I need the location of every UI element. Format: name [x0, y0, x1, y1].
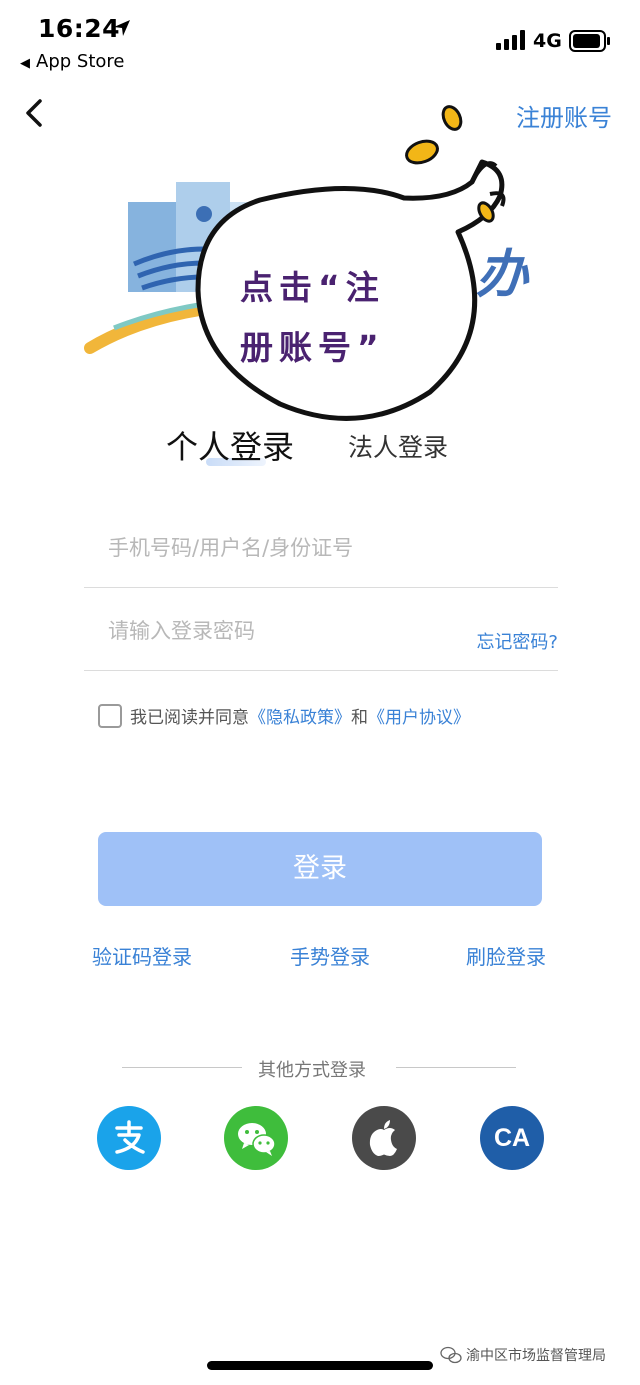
face-login-link[interactable]: 刷脸登录 — [466, 941, 546, 970]
watermark: 渝中区市场监督管理局 — [440, 1345, 606, 1365]
back-triangle-icon: ◀ — [20, 56, 30, 71]
bubble-annotation: 点击“注 册账号” — [240, 258, 470, 378]
username-field — [84, 507, 558, 588]
tab-personal-login[interactable]: 个人登录 — [166, 422, 294, 468]
divider-right — [396, 1067, 516, 1068]
wechat-icon[interactable] — [224, 1106, 288, 1170]
agree-prefix: 我已阅读并同意 — [130, 708, 249, 728]
password-field: 忘记密码? — [84, 590, 558, 671]
watermark-text: 渝中区市场监督管理局 — [466, 1348, 606, 1364]
cellular-signal-icon — [496, 30, 526, 54]
divider-left — [122, 1067, 242, 1068]
agreement-row: 我已阅读并同意 《隐私政策》 和 《用户协议》 — [98, 703, 470, 728]
gesture-login-link[interactable]: 手势登录 — [290, 941, 370, 970]
user-agreement-link[interactable]: 《用户协议》 — [368, 703, 470, 728]
privacy-policy-link[interactable]: 《隐私政策》 — [249, 703, 351, 728]
apple-icon[interactable] — [352, 1106, 416, 1170]
username-input[interactable] — [106, 529, 450, 567]
battery-icon — [569, 30, 611, 56]
home-indicator[interactable] — [207, 1361, 433, 1370]
location-arrow-icon — [112, 18, 132, 42]
back-app-label: App Store — [36, 51, 125, 72]
agree-and: 和 — [351, 708, 368, 728]
network-type: 4G — [533, 30, 562, 52]
alipay-icon[interactable] — [97, 1106, 161, 1170]
status-time: 16:24 — [38, 14, 121, 43]
back-chevron-icon[interactable] — [22, 98, 46, 132]
password-input[interactable] — [106, 612, 450, 650]
back-to-app-store[interactable]: ◀ App Store — [20, 51, 124, 72]
other-login-label: 其他方式登录 — [258, 1060, 366, 1081]
tab-corporate-login[interactable]: 法人登录 — [348, 428, 448, 464]
bubble-text-line2: 册账号” — [240, 328, 385, 367]
watermark-wechat-icon — [440, 1346, 462, 1364]
bubble-text-line1: 点击“注 — [240, 268, 385, 307]
ca-icon[interactable]: CA — [480, 1106, 544, 1170]
login-button[interactable]: 登录 — [98, 832, 542, 906]
forgot-password-link[interactable]: 忘记密码? — [476, 628, 558, 654]
sms-code-login-link[interactable]: 验证码登录 — [92, 941, 192, 970]
agree-checkbox[interactable] — [98, 703, 122, 728]
